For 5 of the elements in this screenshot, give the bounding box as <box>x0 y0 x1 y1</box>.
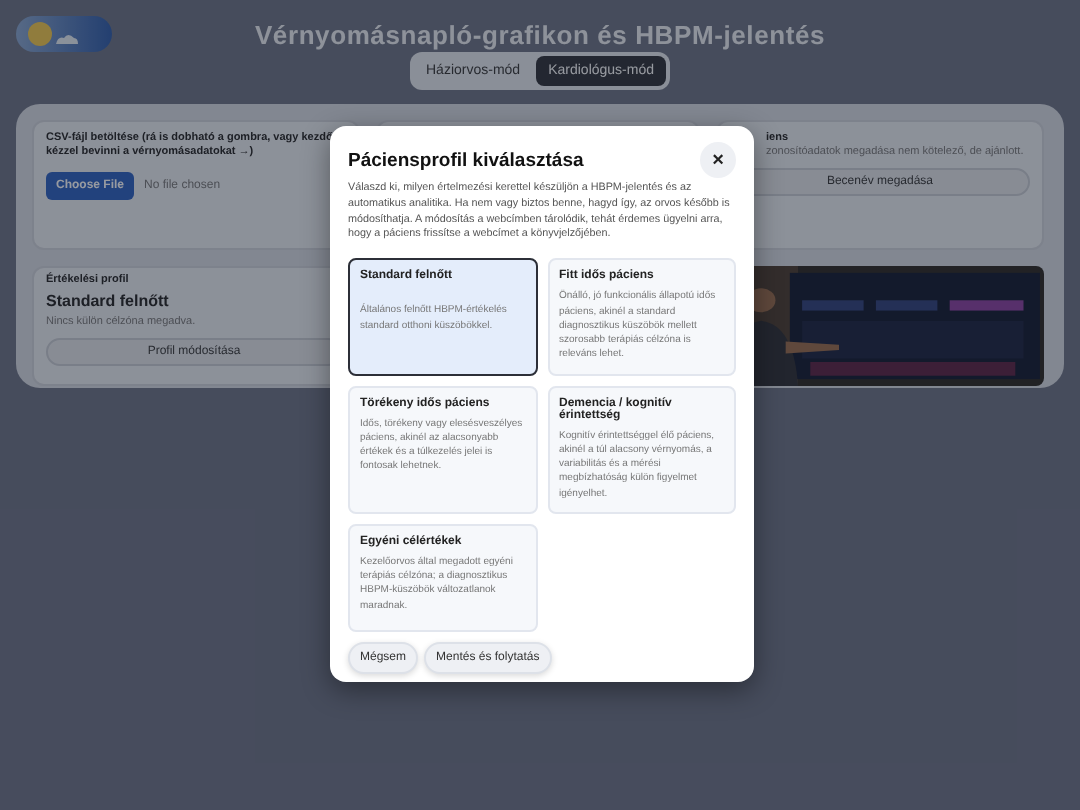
page-title: Vérnyomásnapló-grafikon és HBPM-jelentés <box>254 17 826 49</box>
close-button[interactable]: × <box>700 142 736 178</box>
dialog-title: Páciensprofil kiválasztása <box>348 149 584 171</box>
theme-toggle[interactable] <box>16 16 112 52</box>
profile-value: Standard felnőtt <box>46 292 171 311</box>
